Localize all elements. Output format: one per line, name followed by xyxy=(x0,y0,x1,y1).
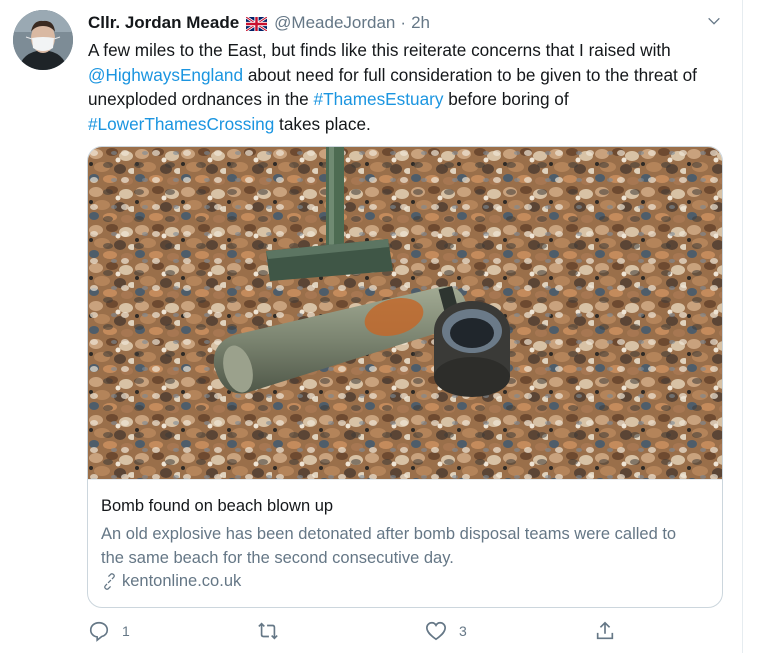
tweet-text-part: before boring of xyxy=(443,89,569,110)
card-title: Bomb found on beach blown up xyxy=(101,497,334,515)
card-description: An old explosive has been detonated afte… xyxy=(101,525,677,567)
link-preview-card[interactable]: Bomb found on beach blown up An old expl… xyxy=(87,146,723,608)
retweet-button[interactable] xyxy=(256,620,292,642)
uk-flag-icon xyxy=(245,15,268,33)
card-image[interactable] xyxy=(88,147,722,479)
share-icon xyxy=(596,621,614,640)
link-icon xyxy=(104,573,115,590)
reply-button[interactable]: 1 xyxy=(88,620,130,642)
avatar[interactable] xyxy=(13,10,73,70)
hashtag-link[interactable]: #LowerThamesCrossing xyxy=(88,114,274,134)
like-button[interactable]: 3 xyxy=(425,620,467,642)
more-options-button[interactable] xyxy=(703,10,725,32)
share-button[interactable] xyxy=(594,620,616,642)
card-body[interactable]: Bomb found on beach blown up An old expl… xyxy=(88,479,722,607)
tweet-text: A few miles to the East, but finds like … xyxy=(88,38,728,136)
tweet-header: Cllr. Jordan Meade @MeadeJordan · 2h xyxy=(88,12,430,34)
display-name[interactable]: Cllr. Jordan Meade xyxy=(88,13,239,33)
mention-link[interactable]: @HighwaysEngland xyxy=(88,65,243,85)
reply-icon xyxy=(89,621,109,642)
timestamp[interactable]: 2h xyxy=(411,13,430,33)
hashtag-link[interactable]: #ThamesEstuary xyxy=(314,89,444,109)
timeline-divider xyxy=(742,0,743,653)
heart-icon xyxy=(426,621,446,641)
retweet-icon xyxy=(258,622,278,640)
tweet-actions: 1 3 xyxy=(0,620,742,646)
card-domain-text: kentonline.co.uk xyxy=(122,572,242,590)
chevron-down-icon xyxy=(708,17,720,25)
reply-count: 1 xyxy=(122,623,130,639)
like-count: 3 xyxy=(459,623,467,639)
tweet-text-part: A few miles to the East, but finds like … xyxy=(88,40,671,60)
user-handle[interactable]: @MeadeJordan xyxy=(274,13,395,33)
separator-dot: · xyxy=(400,13,407,32)
card-domain: kentonline.co.uk xyxy=(101,572,241,591)
tweet-text-part: takes place. xyxy=(274,113,371,134)
